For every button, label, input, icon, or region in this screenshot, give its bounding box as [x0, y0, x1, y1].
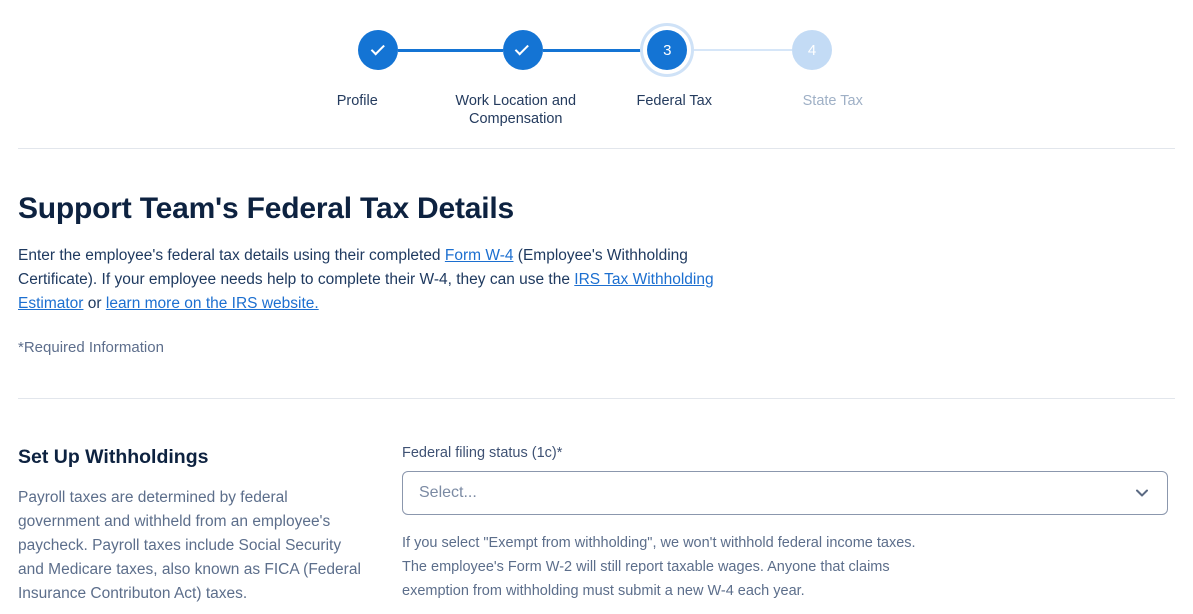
- form-w4-link[interactable]: Form W-4: [445, 247, 514, 264]
- stepper-labels: Profile Work Location and Compensation F…: [278, 92, 912, 128]
- connector-3-4: [687, 49, 793, 51]
- intro-block: Support Team's Federal Tax Details Enter…: [18, 190, 758, 316]
- step-marker-federal-tax[interactable]: 3: [647, 30, 688, 70]
- intro-paragraph: Enter the employee's federal tax details…: [18, 244, 728, 316]
- helper-line-3: exemption from withholding must submit a…: [402, 583, 805, 599]
- step-node-federal-tax[interactable]: 3: [647, 30, 688, 70]
- intro-text-3: or: [83, 295, 106, 312]
- federal-tax-details-page: 3 4 Profile Work Location and Compensati…: [0, 0, 1193, 614]
- step-label-work-location: Work Location and Compensation: [455, 93, 577, 127]
- check-icon: [370, 40, 385, 55]
- federal-filing-status-label: Federal filing status (1c)*: [402, 445, 563, 461]
- page-title: Support Team's Federal Tax Details: [18, 192, 515, 225]
- helper-line-2: The employee's Form W-2 will still repor…: [402, 559, 890, 575]
- federal-filing-status-value: Select...: [419, 484, 477, 501]
- step-label-state-tax: State Tax: [802, 93, 863, 109]
- step-marker-profile[interactable]: [358, 30, 398, 70]
- divider-top: [18, 148, 1175, 149]
- step-label-profile: Profile: [336, 93, 378, 109]
- irs-website-link[interactable]: learn more on the IRS website.: [106, 295, 319, 312]
- step-node-state-tax[interactable]: 4: [792, 30, 833, 70]
- federal-filing-status-helper-text: If you select "Exempt from withholding",…: [402, 531, 1102, 603]
- helper-line-1: If you select "Exempt from withholding",…: [402, 535, 916, 551]
- step-node-profile[interactable]: [358, 30, 398, 70]
- divider-mid: [18, 398, 1175, 399]
- federal-filing-status-select[interactable]: Select...: [402, 471, 1168, 515]
- withholdings-body: Payroll taxes are determined by federal …: [18, 489, 361, 602]
- step-marker-state-tax[interactable]: 4: [792, 30, 833, 70]
- intro-text-1: Enter the employee's federal tax details…: [18, 247, 445, 264]
- step-label-federal-tax: Federal Tax: [636, 93, 713, 109]
- connector-1-2: [398, 48, 503, 52]
- step-node-work-location[interactable]: [502, 30, 543, 70]
- chevron-down-icon[interactable]: [1133, 484, 1151, 502]
- progress-stepper: 3 4 Profile Work Location and Compensati…: [0, 0, 1193, 136]
- required-information-note: *Required Information: [18, 339, 164, 356]
- check-icon: [514, 40, 530, 55]
- connector-2-3: [542, 48, 648, 52]
- stepper-track: 3 4: [358, 26, 833, 74]
- step-marker-work-location[interactable]: [502, 30, 543, 70]
- withholdings-heading: Set Up Withholdings: [18, 446, 209, 468]
- withholdings-description: Set Up Withholdings Payroll taxes are de…: [18, 444, 378, 606]
- withholdings-form: Federal filing status (1c)* Select... If…: [402, 443, 1168, 603]
